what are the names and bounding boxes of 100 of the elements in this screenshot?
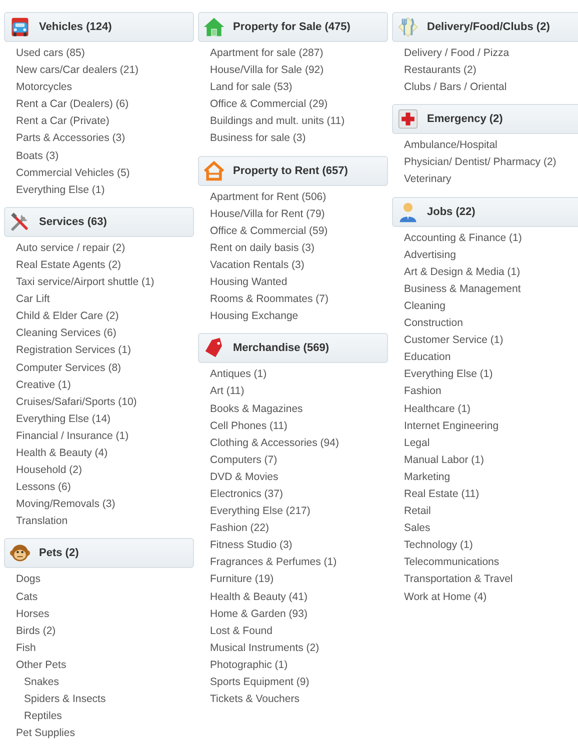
- category-link[interactable]: Office & Commercial (29): [210, 98, 328, 110]
- category-link[interactable]: Everything Else (217): [210, 505, 310, 518]
- category-link[interactable]: Healthcare (1): [404, 402, 471, 414]
- category-link[interactable]: Computer Services (8): [16, 362, 122, 374]
- category-link[interactable]: Cleaning Services (6): [16, 327, 116, 340]
- category-link[interactable]: Health & Beauty (41): [210, 590, 308, 603]
- category-link[interactable]: New cars/Car dealers (21): [16, 64, 139, 76]
- category-link[interactable]: Translation: [16, 515, 68, 528]
- category-link[interactable]: Motorcycles: [16, 81, 72, 94]
- category-link[interactable]: Musical Instruments (2): [210, 642, 320, 654]
- category-link[interactable]: Apartment for sale (287): [210, 47, 324, 59]
- category-link[interactable]: Fashion (22): [210, 522, 269, 534]
- category-link[interactable]: Photographic (1): [210, 658, 288, 671]
- category-link[interactable]: Veterinary: [404, 173, 452, 186]
- category-link[interactable]: Art & Design & Media (1): [404, 266, 520, 278]
- category-link[interactable]: Internet Engineering: [404, 420, 499, 432]
- category-link[interactable]: Art (11): [210, 385, 244, 398]
- section-title[interactable]: Property to Rent (657): [233, 164, 348, 177]
- category-link[interactable]: Spiders & Insects: [24, 693, 106, 706]
- section-title[interactable]: Vehicles (124): [39, 21, 112, 33]
- category-link[interactable]: Marketing: [404, 470, 450, 483]
- category-link[interactable]: Horses: [16, 608, 50, 620]
- category-link[interactable]: Sports Equipment (9): [210, 676, 310, 688]
- category-link[interactable]: Everything Else (14): [16, 412, 111, 425]
- category-link[interactable]: Health & Beauty (4): [16, 446, 108, 459]
- category-link[interactable]: Cell Phones (11): [210, 420, 288, 432]
- category-link[interactable]: Accounting & Finance (1): [404, 232, 522, 244]
- category-link[interactable]: Delivery / Food / Pizza: [404, 47, 510, 59]
- section-title[interactable]: Merchandise (569): [233, 342, 329, 354]
- category-link[interactable]: Snakes: [24, 676, 60, 688]
- category-link[interactable]: Cats: [16, 590, 38, 603]
- section-title[interactable]: Delivery/Food/Clubs (2): [427, 21, 550, 33]
- section-title[interactable]: Emergency (2): [427, 113, 503, 126]
- category-link[interactable]: Fitness Studio (3): [210, 539, 292, 552]
- category-link[interactable]: House/Villa for Sale (92): [210, 64, 324, 76]
- category-link[interactable]: Office & Commercial (59): [210, 224, 328, 237]
- category-link[interactable]: Telecommunications: [404, 556, 500, 568]
- category-link[interactable]: Taxi service/Airport shuttle (1): [16, 276, 154, 288]
- category-link[interactable]: Antiques (1): [210, 368, 267, 380]
- category-link[interactable]: Cleaning: [404, 300, 446, 312]
- category-link[interactable]: Business & Management: [404, 282, 521, 295]
- category-link[interactable]: Fashion: [404, 385, 442, 398]
- category-link[interactable]: Work at Home (4): [404, 590, 487, 603]
- category-link[interactable]: Retail: [404, 505, 431, 518]
- category-link[interactable]: Vacation Rentals (3): [210, 258, 304, 271]
- category-link[interactable]: Fragrances & Perfumes (1): [210, 556, 337, 568]
- section-title[interactable]: Services (63): [39, 216, 107, 228]
- category-link[interactable]: Books & Magazines: [210, 402, 303, 414]
- category-link[interactable]: Other Pets: [16, 658, 66, 671]
- category-link[interactable]: Auto service / repair (2): [16, 242, 126, 254]
- section-title[interactable]: Pets (2): [39, 547, 79, 560]
- category-link[interactable]: Restaurants (2): [404, 64, 476, 76]
- category-link[interactable]: Clubs / Bars / Oriental: [404, 81, 507, 94]
- category-link[interactable]: Commercial Vehicles (5): [16, 166, 130, 179]
- section-title[interactable]: Jobs (22): [427, 206, 476, 218]
- category-link[interactable]: Cruises/Safari/Sports (10): [16, 396, 137, 408]
- category-link[interactable]: Child & Elder Care (2): [16, 310, 119, 322]
- category-link[interactable]: Tickets & Vouchers: [210, 693, 300, 706]
- category-link[interactable]: Manual Labor (1): [404, 454, 484, 466]
- category-link[interactable]: Housing Exchange: [210, 310, 298, 322]
- category-link[interactable]: Real Estate (11): [404, 488, 480, 500]
- category-link[interactable]: House/Villa for Rent (79): [210, 208, 325, 220]
- category-link[interactable]: Financial / Insurance (1): [16, 430, 129, 442]
- category-link[interactable]: Boats (3): [16, 150, 59, 162]
- category-link[interactable]: Pet Supplies: [16, 727, 75, 740]
- category-link[interactable]: Legal: [404, 436, 430, 449]
- category-link[interactable]: Lost & Found: [210, 624, 272, 637]
- category-link[interactable]: Registration Services (1): [16, 344, 131, 356]
- category-link[interactable]: Birds (2): [16, 624, 56, 637]
- category-link[interactable]: Transportation & Travel: [404, 573, 513, 586]
- category-link[interactable]: Everything Else (1): [16, 184, 105, 196]
- category-link[interactable]: Rent on daily basis (3): [210, 242, 314, 254]
- category-link[interactable]: Land for sale (53): [210, 81, 292, 94]
- category-link[interactable]: Computers (7): [210, 454, 278, 466]
- category-link[interactable]: Real Estate Agents (2): [16, 258, 122, 271]
- category-link[interactable]: Everything Else (1): [404, 368, 493, 380]
- category-link[interactable]: Customer Service (1): [404, 334, 504, 346]
- category-link[interactable]: Buildings and mult. units (11): [210, 115, 345, 128]
- category-link[interactable]: Car Lift: [16, 293, 50, 306]
- category-link[interactable]: Apartment for Rent (506): [210, 190, 326, 203]
- category-link[interactable]: Fish: [16, 642, 36, 654]
- category-link[interactable]: Technology (1): [404, 539, 473, 552]
- category-link[interactable]: Clothing & Accessories (94): [210, 436, 339, 449]
- category-link[interactable]: Physician/ Dentist/ Pharmacy (2): [404, 156, 556, 168]
- category-link[interactable]: Moving/Removals (3): [16, 498, 116, 510]
- category-link[interactable]: Electronics (37): [210, 488, 283, 500]
- category-link[interactable]: Used cars (85): [16, 47, 85, 59]
- category-link[interactable]: Sales: [404, 522, 430, 534]
- category-link[interactable]: Business for sale (3): [210, 132, 306, 144]
- category-link[interactable]: Housing Wanted: [210, 276, 288, 288]
- category-link[interactable]: Rent a Car (Private): [16, 115, 110, 128]
- category-link[interactable]: Household (2): [16, 464, 82, 476]
- category-link[interactable]: Ambulance/Hospital: [404, 139, 498, 152]
- category-link[interactable]: Dogs: [16, 573, 41, 586]
- category-link[interactable]: Reptiles: [24, 710, 62, 722]
- category-link[interactable]: Home & Garden (93): [210, 608, 308, 620]
- category-link[interactable]: Rent a Car (Dealers) (6): [16, 98, 129, 110]
- category-link[interactable]: Parts & Accessories (3): [16, 132, 126, 144]
- category-link[interactable]: Construction: [404, 317, 463, 330]
- category-link[interactable]: Advertising: [404, 248, 456, 261]
